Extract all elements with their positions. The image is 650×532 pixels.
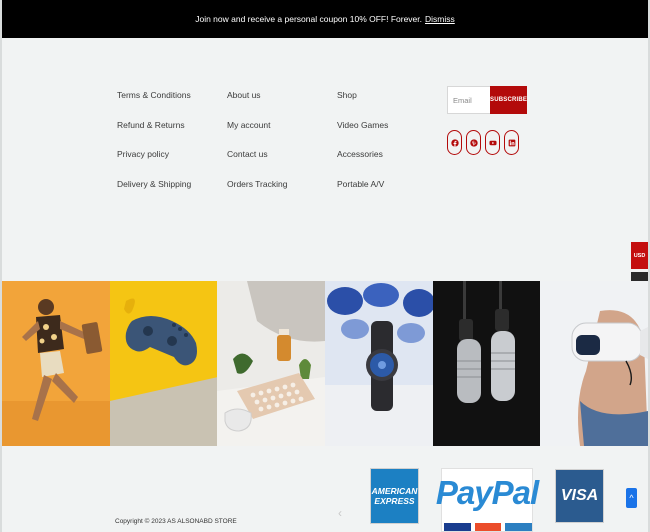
footer-link-my-account[interactable]: My account (227, 118, 287, 148)
footer-link-about[interactable]: About us (227, 88, 287, 118)
paypal-card-strip (444, 523, 533, 531)
gallery-image-smartwatch[interactable] (325, 281, 433, 446)
footer-links-legal: Terms & Conditions Refund & Returns Priv… (117, 88, 191, 206)
card-mastercard-mini (474, 523, 502, 531)
card-amex-mini (505, 523, 533, 531)
promo-banner: Join now and receive a personal coupon 1… (2, 0, 648, 38)
pinterest-icon[interactable] (466, 130, 481, 155)
promo-text: Join now and receive a personal coupon 1… (195, 14, 423, 24)
amex-logo: AMERICAN EXPRESS (370, 468, 419, 524)
subscribe-button[interactable]: SUBSCRIBE (490, 86, 527, 114)
newsletter-form: SUBSCRIBE (447, 86, 527, 114)
footer-links-shop: Shop Video Games Accessories Portable A/… (337, 88, 388, 206)
visa-wordmark: VISA (560, 487, 599, 504)
gallery-image-game-controller[interactable] (109, 281, 218, 446)
amex-line1: AMERICAN (371, 486, 418, 496)
footer-link-contact[interactable]: Contact us (227, 147, 287, 177)
facebook-icon[interactable] (447, 130, 462, 155)
gallery-image-microphones[interactable] (432, 281, 541, 446)
gallery-image-keyboard-desk[interactable] (217, 281, 326, 446)
chevron-up-icon: ^ (629, 493, 634, 503)
chevron-left-icon: ‹ (338, 506, 342, 520)
footer-link-refund[interactable]: Refund & Returns (117, 118, 191, 148)
footer-link-terms[interactable]: Terms & Conditions (117, 88, 191, 118)
copyright-text: Copyright © 2023 AS ALSONABD STORE (115, 518, 237, 525)
footer-link-privacy[interactable]: Privacy policy (117, 147, 191, 177)
page-frame (0, 0, 650, 532)
footer-link-shop[interactable]: Shop (337, 88, 388, 118)
paypal-wordmark: PayPal (435, 474, 539, 511)
footer-link-accessories[interactable]: Accessories (337, 147, 388, 177)
email-input[interactable] (447, 86, 490, 114)
paypal-logo: PayPal (436, 468, 539, 532)
footer-links-account: About us My account Contact us Orders Tr… (227, 88, 287, 206)
card-visa-mini (444, 523, 471, 531)
instagram-gallery (2, 281, 649, 446)
footer-link-orders-tracking[interactable]: Orders Tracking (227, 177, 287, 207)
social-links (447, 130, 519, 155)
youtube-icon[interactable] (485, 130, 500, 155)
footer-link-delivery[interactable]: Delivery & Shipping (117, 177, 191, 207)
footer-link-video-games[interactable]: Video Games (337, 118, 388, 148)
gallery-image-running-man[interactable] (2, 281, 110, 446)
gallery-image-vr-headset[interactable] (540, 281, 649, 446)
visa-logo: VISA (555, 469, 604, 523)
footer-link-portable-av[interactable]: Portable A/V (337, 177, 388, 207)
dismiss-link[interactable]: Dismiss (425, 14, 455, 24)
linkedin-icon[interactable] (504, 130, 519, 155)
currency-usd-button[interactable]: USD (631, 242, 648, 269)
amex-line2: EXPRESS (374, 496, 415, 506)
scroll-to-top-button[interactable]: ^ (626, 488, 637, 508)
